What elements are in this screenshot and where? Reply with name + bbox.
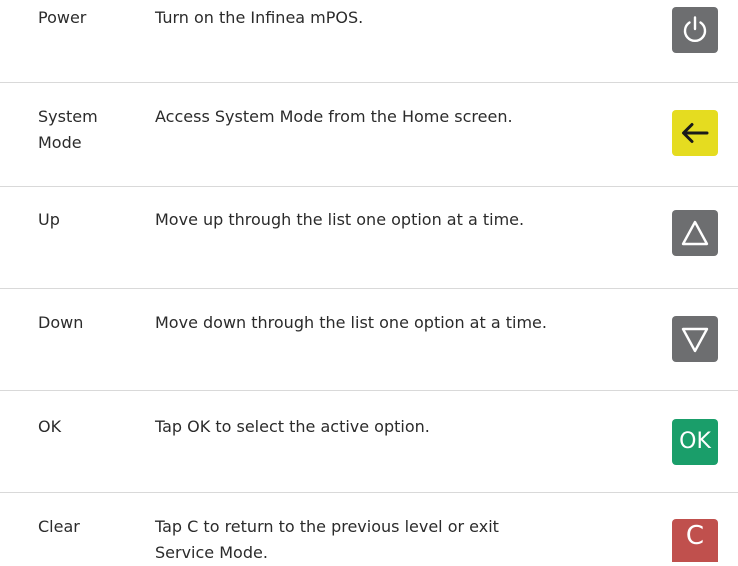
down-key [672, 316, 718, 362]
key-description: Tap C to return to the previous level or… [155, 517, 499, 562]
up-triangle-icon [681, 220, 709, 246]
table-row-down: Down Move down through the list one opti… [0, 289, 738, 390]
table-row-system-mode: System Mode Access System Mode from the … [0, 83, 738, 186]
system-mode-key [672, 110, 718, 156]
table-row-ok: OK Tap OK to select the active option. O… [0, 391, 738, 492]
table-row-up: Up Move up through the list one option a… [0, 187, 738, 288]
clear-key: C [672, 519, 718, 562]
key-name: Power [38, 8, 87, 27]
key-name: System Mode [38, 107, 98, 152]
key-name: Down [38, 313, 84, 332]
ok-key-label: OK [679, 429, 711, 454]
table-row-power: Power Turn on the Infinea mPOS. [0, 0, 738, 82]
ok-key: OK [672, 419, 718, 465]
key-name: Clear [38, 517, 80, 536]
power-icon [683, 16, 707, 43]
down-triangle-icon [681, 327, 709, 353]
clear-key-label: C [685, 521, 705, 551]
up-key [672, 210, 718, 256]
table-row-clear: Clear Tap C to return to the previous le… [0, 493, 738, 562]
key-description: Access System Mode from the Home screen. [155, 107, 513, 126]
power-key [672, 7, 718, 53]
key-description: Move down through the list one option at… [155, 313, 547, 332]
key-name: Up [38, 210, 60, 229]
key-name: OK [38, 417, 62, 436]
key-description: Turn on the Infinea mPOS. [155, 8, 364, 27]
key-description: Tap OK to select the active option. [155, 417, 430, 436]
left-arrow-icon [682, 123, 709, 143]
key-description: Move up through the list one option at a… [155, 210, 525, 229]
